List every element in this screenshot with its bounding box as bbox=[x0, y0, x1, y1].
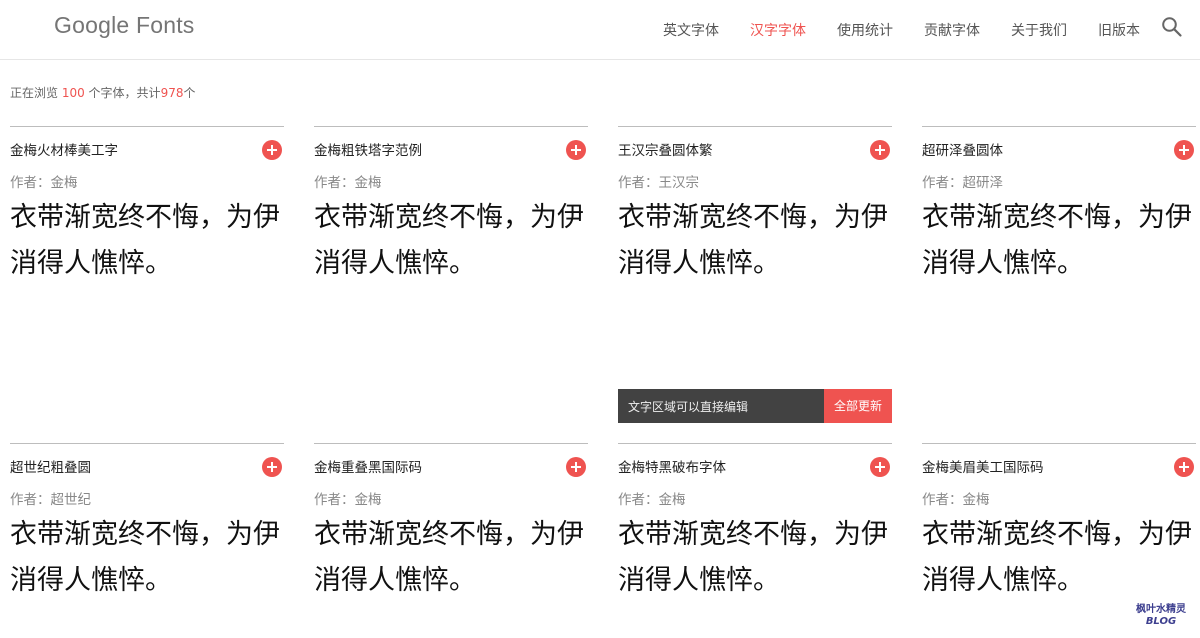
add-font-button[interactable] bbox=[262, 457, 282, 477]
font-name[interactable]: 金梅火材棒美工字 bbox=[10, 139, 118, 159]
update-all-button[interactable]: 全部更新 bbox=[824, 389, 892, 423]
sample-text-area[interactable]: 衣带渐宽终不悔，为伊消得人憔悴。 bbox=[922, 195, 1198, 287]
font-author: 作者：超研泽 bbox=[922, 175, 1003, 191]
font-name[interactable]: 金梅重叠黑国际码 bbox=[314, 456, 422, 476]
browse-status: 正在浏览 100 个字体，共计978个 bbox=[10, 84, 195, 101]
blog-watermark: 枫叶水精灵 BLOG bbox=[1136, 604, 1186, 628]
font-author: 作者：超世纪 bbox=[10, 492, 91, 508]
add-font-button[interactable] bbox=[566, 140, 586, 160]
edit-hint-bar: 文字区域可以直接编辑 全部更新 bbox=[618, 389, 892, 423]
sample-text-area[interactable]: 衣带渐宽终不悔，为伊消得人憔悴。 bbox=[618, 195, 894, 287]
add-font-button[interactable] bbox=[1174, 140, 1194, 160]
sample-text-area[interactable]: 衣带渐宽终不悔，为伊消得人憔悴。 bbox=[618, 512, 894, 604]
watermark-line-1: 枫叶水精灵 bbox=[1136, 604, 1186, 615]
font-name[interactable]: 王汉宗叠圆体繁 bbox=[618, 139, 713, 159]
font-name[interactable]: 金梅特黑破布字体 bbox=[618, 456, 726, 476]
font-card: 超研泽叠圆体 作者：超研泽 衣带渐宽终不悔，为伊消得人憔悴。 bbox=[922, 126, 1196, 279]
add-font-button[interactable] bbox=[870, 457, 890, 477]
font-author: 作者：金梅 bbox=[618, 492, 686, 508]
font-card: 金梅特黑破布字体 作者：金梅 衣带渐宽终不悔，为伊消得人憔悴。 bbox=[618, 443, 892, 596]
font-card: 金梅火材棒美工字 作者：金梅 衣带渐宽终不悔，为伊消得人憔悴。 bbox=[10, 126, 284, 279]
nav-contribute-fonts[interactable]: 贡献字体 bbox=[924, 20, 980, 40]
nav-old-version[interactable]: 旧版本 bbox=[1098, 20, 1140, 40]
status-total-count: 978 bbox=[160, 86, 184, 100]
font-name[interactable]: 金梅粗铁塔字范例 bbox=[314, 139, 422, 159]
sample-text-area[interactable]: 衣带渐宽终不悔，为伊消得人憔悴。 bbox=[10, 195, 286, 287]
nav-english-fonts[interactable]: 英文字体 bbox=[663, 20, 719, 40]
add-font-button[interactable] bbox=[870, 140, 890, 160]
sample-text-area[interactable]: 衣带渐宽终不悔，为伊消得人憔悴。 bbox=[10, 512, 286, 604]
font-card: 王汉宗叠圆体繁 作者：王汉宗 衣带渐宽终不悔，为伊消得人憔悴。 bbox=[618, 126, 892, 279]
status-showing-count: 100 bbox=[61, 86, 85, 100]
font-card: 金梅重叠黑国际码 作者：金梅 衣带渐宽终不悔，为伊消得人憔悴。 bbox=[314, 443, 588, 596]
font-author: 作者：金梅 bbox=[314, 175, 382, 191]
sample-text-area[interactable]: 衣带渐宽终不悔，为伊消得人憔悴。 bbox=[922, 512, 1198, 604]
font-name[interactable]: 超世纪粗叠圆 bbox=[10, 456, 91, 476]
add-font-button[interactable] bbox=[262, 140, 282, 160]
font-card: 金梅粗铁塔字范例 作者：金梅 衣带渐宽终不悔，为伊消得人憔悴。 bbox=[314, 126, 588, 279]
font-card: 超世纪粗叠圆 作者：超世纪 衣带渐宽终不悔，为伊消得人憔悴。 bbox=[10, 443, 284, 596]
main-nav: 英文字体 汉字字体 使用统计 贡献字体 关于我们 旧版本 bbox=[632, 0, 1140, 60]
edit-hint-label: 文字区域可以直接编辑 bbox=[628, 400, 749, 414]
nav-usage-stats[interactable]: 使用统计 bbox=[837, 20, 893, 40]
font-card: 金梅美眉美工国际码 作者：金梅 衣带渐宽终不悔，为伊消得人憔悴。 bbox=[922, 443, 1196, 596]
font-author: 作者：金梅 bbox=[314, 492, 382, 508]
sample-text-area[interactable]: 衣带渐宽终不悔，为伊消得人憔悴。 bbox=[314, 512, 590, 604]
nav-about-us[interactable]: 关于我们 bbox=[1011, 20, 1067, 40]
google-fonts-logo[interactable]: Google Fonts bbox=[54, 12, 194, 39]
nav-chinese-fonts[interactable]: 汉字字体 bbox=[750, 20, 806, 40]
status-middle: 个字体，共计 bbox=[84, 86, 161, 100]
font-author: 作者：金梅 bbox=[922, 492, 990, 508]
font-author: 作者：金梅 bbox=[10, 175, 78, 191]
font-author: 作者：王汉宗 bbox=[618, 175, 699, 191]
sample-text-area[interactable]: 衣带渐宽终不悔，为伊消得人憔悴。 bbox=[314, 195, 590, 287]
add-font-button[interactable] bbox=[1174, 457, 1194, 477]
status-suffix: 个 bbox=[183, 86, 196, 100]
add-font-button[interactable] bbox=[566, 457, 586, 477]
search-icon[interactable] bbox=[1161, 16, 1183, 38]
status-prefix: 正在浏览 bbox=[10, 86, 62, 100]
font-name[interactable]: 金梅美眉美工国际码 bbox=[922, 456, 1044, 476]
top-header: Google Fonts 英文字体 汉字字体 使用统计 贡献字体 关于我们 旧版… bbox=[0, 0, 1200, 60]
font-name[interactable]: 超研泽叠圆体 bbox=[922, 139, 1003, 159]
watermark-line-2: BLOG bbox=[1145, 616, 1177, 627]
